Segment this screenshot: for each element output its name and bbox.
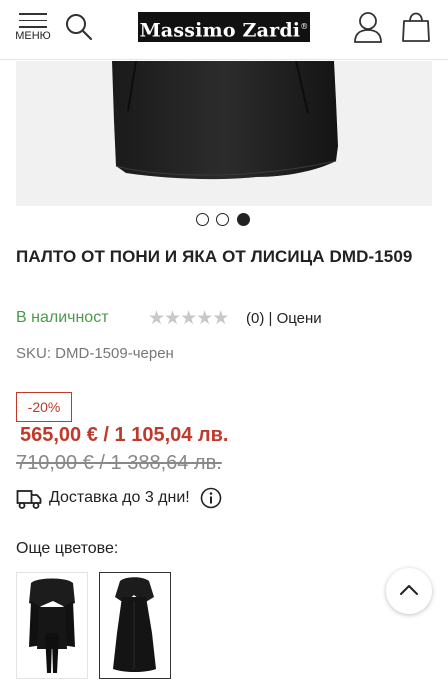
search-icon	[66, 14, 93, 41]
logo-text: Massimo Zardi	[139, 19, 301, 42]
rating-stars[interactable]: ★★★★★	[148, 308, 229, 329]
star-icon: ★	[212, 308, 229, 329]
coat-thumbnail	[113, 577, 156, 672]
scroll-to-top-button[interactable]	[386, 568, 432, 614]
price-original: 710,00 € / 1 388,64 лв.	[16, 452, 222, 474]
account-button[interactable]	[352, 10, 384, 44]
truck-icon	[16, 490, 42, 509]
chevron-up-icon	[400, 585, 418, 595]
coat-thumbnail	[29, 578, 75, 673]
gallery-dot-2[interactable]	[216, 213, 229, 226]
color-swatch-1[interactable]	[16, 572, 88, 679]
coat-image	[112, 61, 338, 180]
more-colors-label: Още цветове:	[16, 540, 119, 557]
info-icon[interactable]	[200, 487, 222, 509]
color-swatch-2-selected[interactable]	[99, 572, 171, 679]
shopping-bag-icon	[402, 12, 430, 42]
logo-registered-mark: ®	[300, 22, 309, 31]
gallery-dot-1[interactable]	[196, 213, 209, 226]
menu-label: МЕНЮ	[15, 30, 51, 42]
star-icon: ★	[164, 308, 181, 329]
search-button[interactable]	[64, 12, 94, 42]
user-icon	[354, 12, 382, 43]
price-current: 565,00 € / 1 105,04 лв.	[20, 424, 229, 446]
menu-button[interactable]: МЕНЮ	[14, 12, 52, 44]
discount-badge: -20%	[16, 392, 72, 422]
cart-button[interactable]	[400, 9, 432, 43]
product-image[interactable]	[16, 61, 432, 206]
hamburger-icon	[19, 13, 47, 29]
star-icon: ★	[180, 308, 197, 329]
delivery-text: Доставка до 3 дни!	[49, 489, 190, 506]
product-title: ПАЛТО ОТ ПОНИ И ЯКА ОТ ЛИСИЦА DMD-1509	[16, 247, 413, 266]
gallery-dot-3[interactable]	[237, 213, 250, 226]
reviews: (0) | Оцени	[246, 310, 322, 327]
brand-logo[interactable]: Massimo Zardi®	[138, 12, 310, 42]
star-icon: ★	[196, 308, 213, 329]
rate-link[interactable]: | Оцени	[269, 310, 322, 327]
site-header: МЕНЮ Massimo Zardi®	[0, 0, 448, 60]
sku: SKU: DMD-1509-черен	[16, 345, 174, 362]
stock-status: В наличност	[16, 309, 109, 326]
review-count[interactable]: (0)	[246, 310, 264, 327]
star-icon: ★	[148, 308, 165, 329]
